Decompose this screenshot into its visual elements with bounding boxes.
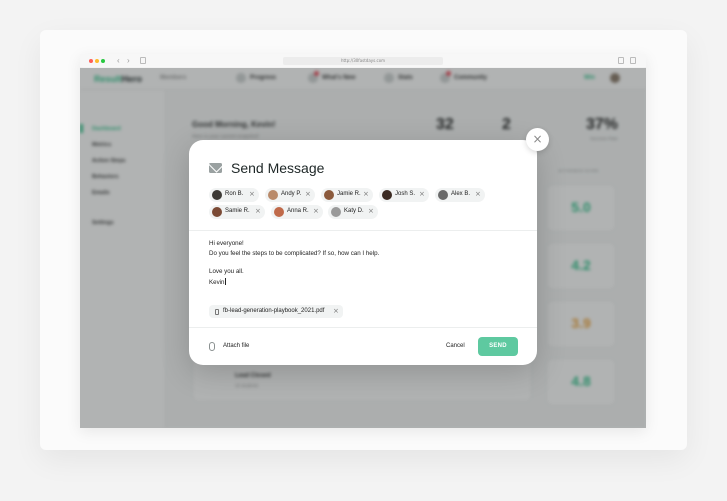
avatar	[324, 190, 334, 200]
browser-chrome: ‹ › http://30fastdays.com	[80, 54, 646, 68]
file-icon	[215, 308, 219, 315]
recipient-name: Katy D.	[344, 208, 364, 214]
send-button[interactable]: SEND	[478, 337, 518, 356]
close-dot[interactable]	[89, 59, 93, 63]
recipient-name: Ron B.	[225, 191, 244, 197]
remove-recipient-icon[interactable]: ×	[368, 207, 374, 215]
avatar	[212, 207, 222, 217]
recipient-chip: Ron B. ×	[209, 188, 259, 202]
message-line: Do you feel the steps to be complicated?…	[209, 250, 380, 257]
recipient-chip: Andy P. ×	[265, 188, 315, 202]
share-icon[interactable]	[618, 57, 624, 64]
recipient-chip: Alex B. ×	[435, 188, 485, 202]
modal-title: Send Message	[231, 160, 325, 176]
remove-recipient-icon[interactable]: ×	[313, 207, 319, 215]
recipient-name: Anna R.	[287, 208, 309, 214]
recipient-chip: Jamie R. ×	[321, 188, 373, 202]
divider	[189, 230, 537, 231]
tabs-icon[interactable]	[630, 57, 636, 64]
paperclip-icon[interactable]	[209, 342, 215, 351]
avatar	[331, 207, 341, 217]
recipient-chip: Samie R. ×	[209, 205, 265, 219]
recipient-chip: Anna R. ×	[271, 205, 323, 219]
avatar	[268, 190, 278, 200]
address-bar[interactable]: http://30fastdays.com	[283, 57, 443, 65]
text-caret	[224, 278, 226, 285]
back-icon[interactable]: ‹	[117, 56, 120, 65]
send-message-modal: Send Message Ron B. × Andy P. × Jamie R.…	[189, 140, 537, 365]
recipient-name: Josh S.	[395, 191, 416, 197]
message-line: Hi everyone!	[209, 240, 244, 247]
remove-recipient-icon[interactable]: ×	[475, 190, 481, 198]
attachment-chip: fb-lead-generation-playbook_2021.pdf ×	[209, 305, 343, 318]
close-icon[interactable]: ×	[526, 128, 549, 151]
cancel-button[interactable]: Cancel	[446, 343, 465, 349]
sidebar-toggle-icon[interactable]	[140, 57, 146, 64]
recipient-name: Andy P.	[281, 191, 302, 197]
message-textarea[interactable]: Hi everyone! Do you feel the steps to be…	[201, 236, 525, 294]
avatar	[382, 190, 392, 200]
minimize-dot[interactable]	[95, 59, 99, 63]
message-line-last: Kevin	[209, 278, 226, 286]
maximize-dot[interactable]	[101, 59, 105, 63]
recipient-chip: Josh S. ×	[379, 188, 429, 202]
mail-icon	[209, 163, 222, 173]
remove-recipient-icon[interactable]: ×	[419, 190, 425, 198]
recipient-name: Alex B.	[451, 191, 471, 197]
recipient-chip: Katy D. ×	[328, 205, 378, 219]
divider	[189, 327, 537, 328]
recipient-name: Samie R.	[225, 208, 250, 214]
forward-icon[interactable]: ›	[127, 56, 130, 65]
remove-recipient-icon[interactable]: ×	[255, 207, 261, 215]
remove-recipient-icon[interactable]: ×	[363, 190, 369, 198]
remove-recipient-icon[interactable]: ×	[249, 190, 255, 198]
avatar	[438, 190, 448, 200]
remove-recipient-icon[interactable]: ×	[305, 190, 311, 198]
attachment-filename: fb-lead-generation-playbook_2021.pdf	[223, 308, 325, 314]
recipient-name: Jamie R.	[337, 191, 361, 197]
message-line: Love you all.	[209, 268, 244, 275]
avatar	[274, 207, 284, 217]
avatar	[212, 190, 222, 200]
remove-attachment-icon[interactable]: ×	[333, 307, 339, 315]
attach-file-button[interactable]: Attach file	[223, 343, 249, 349]
